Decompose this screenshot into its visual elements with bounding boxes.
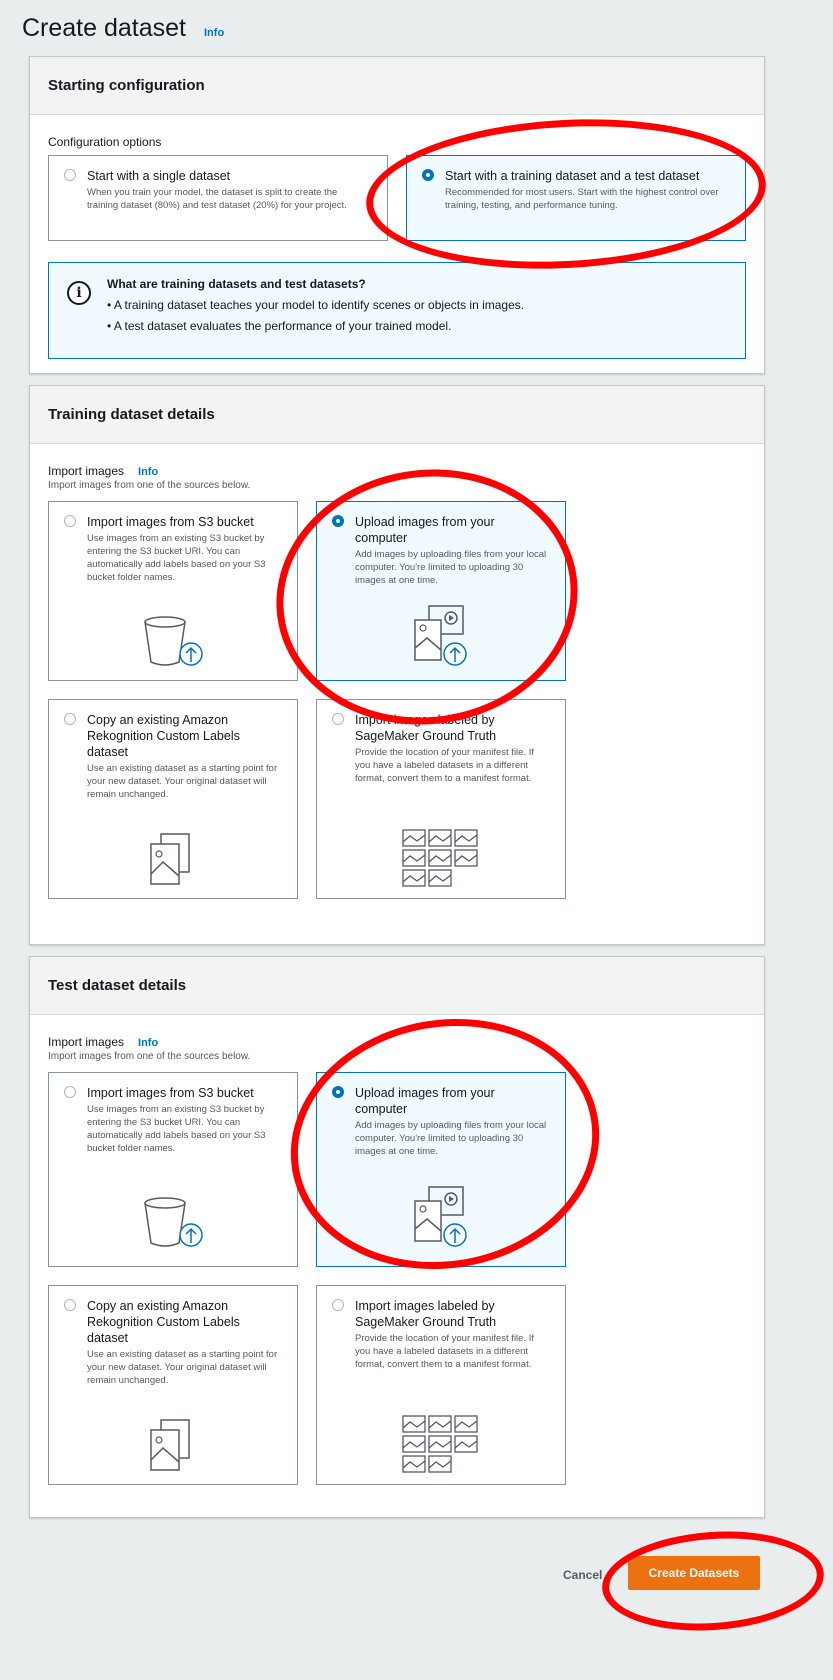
training-info-link[interactable]: Info [138, 466, 158, 478]
training-tile-copy-desc: Use an existing dataset as a starting po… [87, 763, 278, 800]
alert-line-training: • A training dataset teaches your model … [107, 298, 525, 312]
test-tile-s3-title: Import images from S3 bucket [87, 1086, 254, 1100]
training-dataset-panel: Training dataset details Import images I… [29, 385, 765, 945]
test-tile-s3-desc: Use images from an existing S3 bucket by… [87, 1104, 266, 1154]
training-tile-s3[interactable]: Import images from S3 bucket Use images … [48, 501, 298, 681]
test-import-label-text: Import images [48, 1035, 125, 1049]
copy-images-icon [150, 833, 190, 885]
training-tile-copy-title: Copy an existing Amazon Rekognition Cust… [87, 713, 240, 759]
test-radio-sagemaker[interactable] [332, 1299, 344, 1311]
training-tile-upload[interactable]: Upload images from your computer Add ima… [316, 501, 566, 681]
starting-configuration-panel: Starting configuration Configuration opt… [29, 56, 765, 374]
training-radio-upload[interactable] [332, 515, 344, 527]
training-tile-upload-title: Upload images from your computer [355, 515, 495, 545]
starting-configuration-header: Starting configuration [30, 57, 764, 115]
image-grid-icon [402, 829, 478, 887]
info-icon: i [67, 281, 91, 305]
page-title: Create dataset Info [22, 14, 224, 43]
alert-line-test: • A test dataset evaluates the performan… [107, 319, 452, 333]
option-single-dataset-desc: When you train your model, the dataset i… [87, 187, 347, 211]
option-single-dataset[interactable]: Start with a single dataset When you tra… [48, 155, 388, 241]
test-tile-sagemaker-desc: Provide the location of your manifest fi… [355, 1333, 535, 1370]
bucket-upload-icon [144, 1197, 203, 1247]
test-radio-upload[interactable] [332, 1086, 344, 1098]
test-info-link[interactable]: Info [138, 1037, 158, 1049]
training-tile-sagemaker[interactable]: Import images labeled by SageMaker Groun… [316, 699, 566, 899]
test-dataset-panel: Test dataset details Import images Info … [29, 956, 765, 1518]
test-tile-copy-title: Copy an existing Amazon Rekognition Cust… [87, 1299, 240, 1345]
info-alert: i What are training datasets and test da… [48, 262, 746, 359]
test-tile-upload-desc: Add images by uploading files from your … [355, 1120, 547, 1157]
training-radio-sagemaker[interactable] [332, 713, 344, 725]
test-tile-upload[interactable]: Upload images from your computer Add ima… [316, 1072, 566, 1267]
option-training-and-test[interactable]: Start with a training dataset and a test… [406, 155, 746, 241]
training-tile-s3-title: Import images from S3 bucket [87, 515, 254, 529]
test-dataset-header: Test dataset details [30, 957, 764, 1015]
create-datasets-button[interactable]: Create Datasets [628, 1556, 760, 1590]
test-tile-copy[interactable]: Copy an existing Amazon Rekognition Cust… [48, 1285, 298, 1485]
bucket-upload-icon [144, 616, 203, 666]
training-import-label: Import images Info [48, 464, 250, 478]
test-import-label: Import images Info [48, 1035, 250, 1049]
test-radio-s3[interactable] [64, 1086, 76, 1098]
page-info-link[interactable]: Info [204, 27, 224, 39]
training-import-desc: Import images from one of the sources be… [48, 480, 251, 491]
test-tile-copy-desc: Use an existing dataset as a starting po… [87, 1349, 278, 1386]
option-training-and-test-desc: Recommended for most users. Start with t… [445, 187, 719, 211]
test-tile-sagemaker[interactable]: Import images labeled by SageMaker Groun… [316, 1285, 566, 1485]
training-tile-copy[interactable]: Copy an existing Amazon Rekognition Cust… [48, 699, 298, 899]
page-title-text: Create dataset [22, 14, 186, 42]
radio-training-and-test[interactable] [422, 169, 434, 181]
images-upload-icon [414, 1186, 467, 1247]
training-tile-sagemaker-title: Import images labeled by SageMaker Groun… [355, 713, 497, 743]
cancel-button[interactable]: Cancel [563, 1568, 602, 1582]
training-import-field: Import images Info Import images from on… [48, 464, 250, 491]
test-tile-sagemaker-title: Import images labeled by SageMaker Groun… [355, 1299, 497, 1329]
training-radio-s3[interactable] [64, 515, 76, 527]
option-training-and-test-title: Start with a training dataset and a test… [445, 169, 700, 183]
test-radio-copy[interactable] [64, 1299, 76, 1311]
image-grid-icon [402, 1415, 478, 1473]
alert-title: What are training datasets and test data… [107, 277, 366, 291]
training-radio-copy[interactable] [64, 713, 76, 725]
option-single-dataset-title: Start with a single dataset [87, 169, 231, 183]
test-import-field: Import images Info Import images from on… [48, 1035, 250, 1062]
configuration-options-label: Configuration options [48, 135, 161, 149]
training-dataset-header: Training dataset details [30, 386, 764, 444]
radio-single-dataset[interactable] [64, 169, 76, 181]
images-upload-icon [414, 605, 467, 666]
test-tile-s3[interactable]: Import images from S3 bucket Use images … [48, 1072, 298, 1267]
test-import-desc: Import images from one of the sources be… [48, 1051, 251, 1062]
copy-images-icon [150, 1419, 190, 1471]
test-tile-upload-title: Upload images from your computer [355, 1086, 495, 1116]
training-tile-s3-desc: Use images from an existing S3 bucket by… [87, 533, 266, 583]
configuration-options-label-text: Configuration options [48, 135, 162, 149]
training-import-label-text: Import images [48, 464, 125, 478]
training-tile-upload-desc: Add images by uploading files from your … [355, 549, 547, 586]
training-tile-sagemaker-desc: Provide the location of your manifest fi… [355, 747, 535, 784]
